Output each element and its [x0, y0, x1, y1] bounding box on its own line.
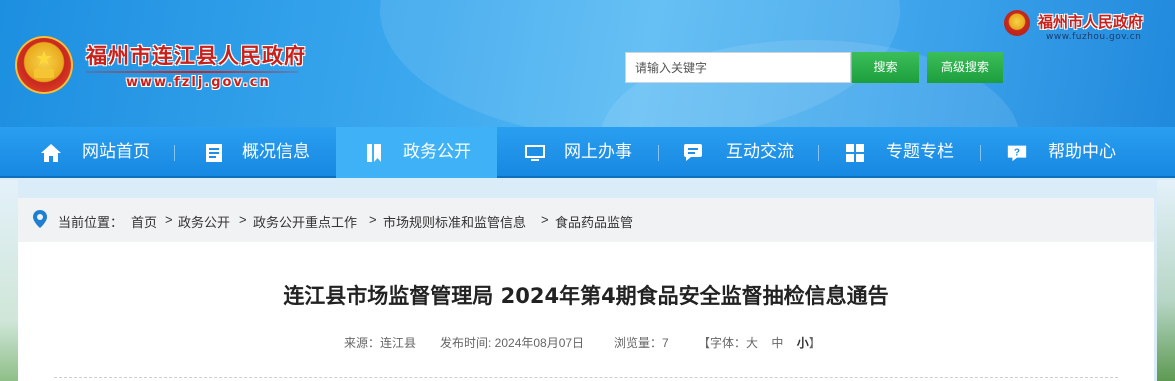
nav-divider	[980, 145, 981, 161]
nav-item-home[interactable]: 网站首页	[28, 127, 174, 178]
font-large-button[interactable]: 大	[746, 336, 758, 350]
monitor-icon	[524, 142, 546, 164]
search-input[interactable]	[625, 52, 851, 83]
article-title: 连江县市场监督管理局 2024年第4期食品安全监督抽检信息通告	[283, 284, 889, 308]
grid-icon	[844, 142, 866, 164]
document-icon	[203, 142, 225, 164]
font-size-control: 【字体：大 中 小】	[698, 334, 821, 351]
nav-item-online-service[interactable]: 网上办事	[512, 127, 658, 178]
advanced-search-button[interactable]: 高级搜索	[927, 52, 1003, 83]
nav-label: 网上办事	[564, 142, 632, 162]
nav-item-overview[interactable]: 概况信息	[190, 127, 336, 178]
nav-label: 专题专栏	[886, 142, 954, 162]
chat-icon	[682, 142, 704, 164]
main-nav: 网站首页 概况信息 政务公开 网上办事 互动交流 专题专栏 ? 帮助中心	[0, 127, 1175, 178]
nav-label: 网站首页	[82, 142, 150, 162]
title-underline	[86, 71, 298, 73]
city-domain: www.fuzhou.gov.cn	[1046, 32, 1142, 42]
location-pin-icon	[33, 210, 47, 228]
nav-item-gov-affairs[interactable]: 政务公开	[336, 127, 497, 178]
help-icon: ?	[1006, 142, 1028, 164]
article-divider	[54, 377, 1118, 378]
nav-label: 概况信息	[242, 142, 310, 162]
font-small-button[interactable]: 小	[797, 336, 809, 350]
city-emblem-icon[interactable]	[1004, 10, 1030, 36]
font-medium-button[interactable]: 中	[771, 336, 783, 350]
breadcrumb-food-drug[interactable]: 食品药品监管	[555, 212, 633, 231]
article-views: 浏览量：7	[614, 336, 669, 350]
article-publish-time: 发布时间: 2024年08月07日	[440, 336, 585, 350]
city-gov-link[interactable]: 福州市人民政府	[1038, 11, 1143, 32]
article-source: 来源：连江县	[344, 336, 417, 350]
gate-icon	[34, 69, 54, 78]
star-icon: ★	[35, 46, 53, 70]
nav-label: 政务公开	[403, 142, 471, 162]
national-emblem-logo[interactable]: ★	[15, 36, 73, 94]
nav-item-topics[interactable]: 专题专栏	[834, 127, 980, 178]
nav-item-interaction[interactable]: 互动交流	[672, 127, 818, 178]
nav-divider	[174, 145, 175, 161]
site-header: ★ 福州市连江县人民政府 www.fzlj.gov.cn 福州市人民政府 www…	[0, 0, 1175, 127]
breadcrumb-gov-affairs[interactable]: 政务公开	[178, 212, 230, 231]
book-icon	[364, 142, 386, 164]
nav-divider	[818, 145, 819, 161]
nav-item-help[interactable]: ? 帮助中心	[996, 127, 1142, 178]
breadcrumb: 当前位置： 首页 > 政务公开 > 政务公开重点工作 > 市场规则标准和监管信息…	[18, 198, 1154, 242]
search-button[interactable]: 搜索	[852, 52, 919, 83]
breadcrumb-key-work[interactable]: 政务公开重点工作	[253, 212, 357, 231]
breadcrumb-separator: >	[541, 212, 549, 227]
nav-divider	[658, 145, 659, 161]
breadcrumb-label: 当前位置：	[58, 215, 124, 230]
nav-label: 帮助中心	[1048, 142, 1116, 162]
home-icon	[40, 142, 62, 164]
breadcrumb-separator: >	[165, 212, 173, 227]
site-title[interactable]: 福州市连江县人民政府	[86, 40, 306, 70]
background-scenery	[0, 180, 18, 381]
svg-text:?: ?	[1014, 148, 1020, 159]
font-size-label: 【字体：	[698, 336, 747, 350]
nav-label: 互动交流	[726, 142, 794, 162]
background-scenery	[1157, 180, 1175, 381]
breadcrumb-home[interactable]: 首页	[131, 212, 157, 231]
site-domain: www.fzlj.gov.cn	[126, 75, 271, 90]
breadcrumb-separator: >	[239, 212, 247, 227]
font-size-close: 】	[808, 336, 821, 350]
breadcrumb-market-rules[interactable]: 市场规则标准和监管信息	[383, 212, 526, 231]
article-panel: 连江县市场监督管理局 2024年第4期食品安全监督抽检信息通告 来源：连江县 发…	[18, 242, 1154, 381]
breadcrumb-separator: >	[369, 212, 377, 227]
